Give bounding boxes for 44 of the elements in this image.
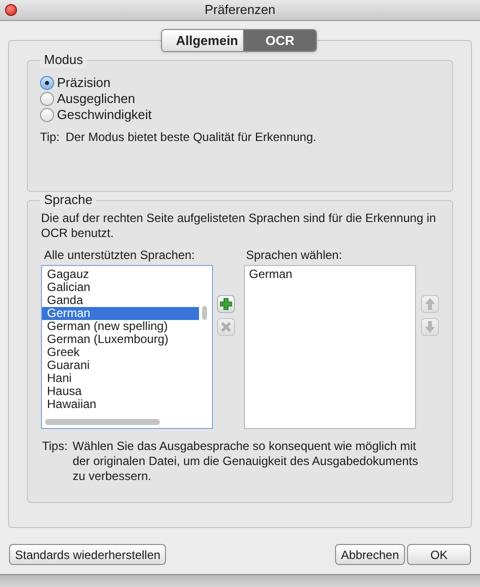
tab[interactable]: Allgemein <box>162 30 244 51</box>
restore-defaults-button[interactable]: Standards wiederherstellen <box>9 544 166 565</box>
cancel-button[interactable]: Abbrechen <box>334 544 405 565</box>
language-item[interactable]: Hausa <box>42 385 199 398</box>
add-button[interactable] <box>217 295 235 313</box>
radio-button[interactable] <box>40 108 54 122</box>
list-label: Sprachen wählen: <box>246 247 344 263</box>
radio-label: Ausgeglichen <box>57 90 136 108</box>
radio-button[interactable] <box>40 92 54 106</box>
language-item[interactable]: Hani <box>42 372 199 385</box>
language-item[interactable]: Gagauz <box>42 268 199 281</box>
radio-label: Präzision <box>57 74 110 92</box>
tab[interactable]: OCR <box>244 30 316 51</box>
move-down-button[interactable] <box>421 318 439 336</box>
group-title: Modus <box>40 52 88 68</box>
cross-icon <box>220 321 232 333</box>
language-item[interactable]: German <box>245 268 415 281</box>
plus-icon <box>220 298 232 310</box>
group-title: Sprache <box>40 192 96 208</box>
tip-text: Der Modus bietet beste Qualität für Erkennung. <box>66 129 316 146</box>
tips-label: Tips: <box>42 439 68 455</box>
window-title: Präferenzen <box>204 1 276 20</box>
language-item[interactable]: Hawaiian <box>42 398 199 411</box>
horizontal-scrollbar-thumb[interactable] <box>45 419 160 425</box>
tip-label: Tip: <box>40 129 60 146</box>
description-text: Die auf der rechten Seite aufgelisteten Sprachen sind für die Erkennung in OCR benutzt. <box>41 211 437 241</box>
tips-text: Wählen Sie das Ausgabesprache so konsequent wie möglich mit der originalen Datei, um die Genauigkeit des Ausgabedokuments zu verbessern. <box>72 439 420 484</box>
radio-label: Geschwindigkeit <box>57 106 152 124</box>
language-item[interactable]: German <box>42 307 199 320</box>
remove-button[interactable] <box>217 318 235 336</box>
language-item[interactable]: Greek <box>42 346 199 359</box>
list-label: Alle unterstützten Sprachen: <box>44 247 196 263</box>
language-item[interactable]: Guarani <box>42 359 199 372</box>
close-icon[interactable] <box>5 4 17 16</box>
ok-button[interactable]: OK <box>407 544 471 565</box>
radio-button[interactable] <box>40 76 54 90</box>
language-item[interactable]: German (Luxembourg) <box>42 333 199 346</box>
language-item[interactable]: Galician <box>42 281 199 294</box>
language-item[interactable]: German (new spelling) <box>42 320 199 333</box>
vertical-scrollbar-thumb[interactable] <box>202 306 207 320</box>
arrow-up-icon <box>425 298 435 310</box>
move-up-button[interactable] <box>421 295 439 313</box>
language-item[interactable]: Ganda <box>42 294 199 307</box>
arrow-down-icon <box>425 321 435 333</box>
